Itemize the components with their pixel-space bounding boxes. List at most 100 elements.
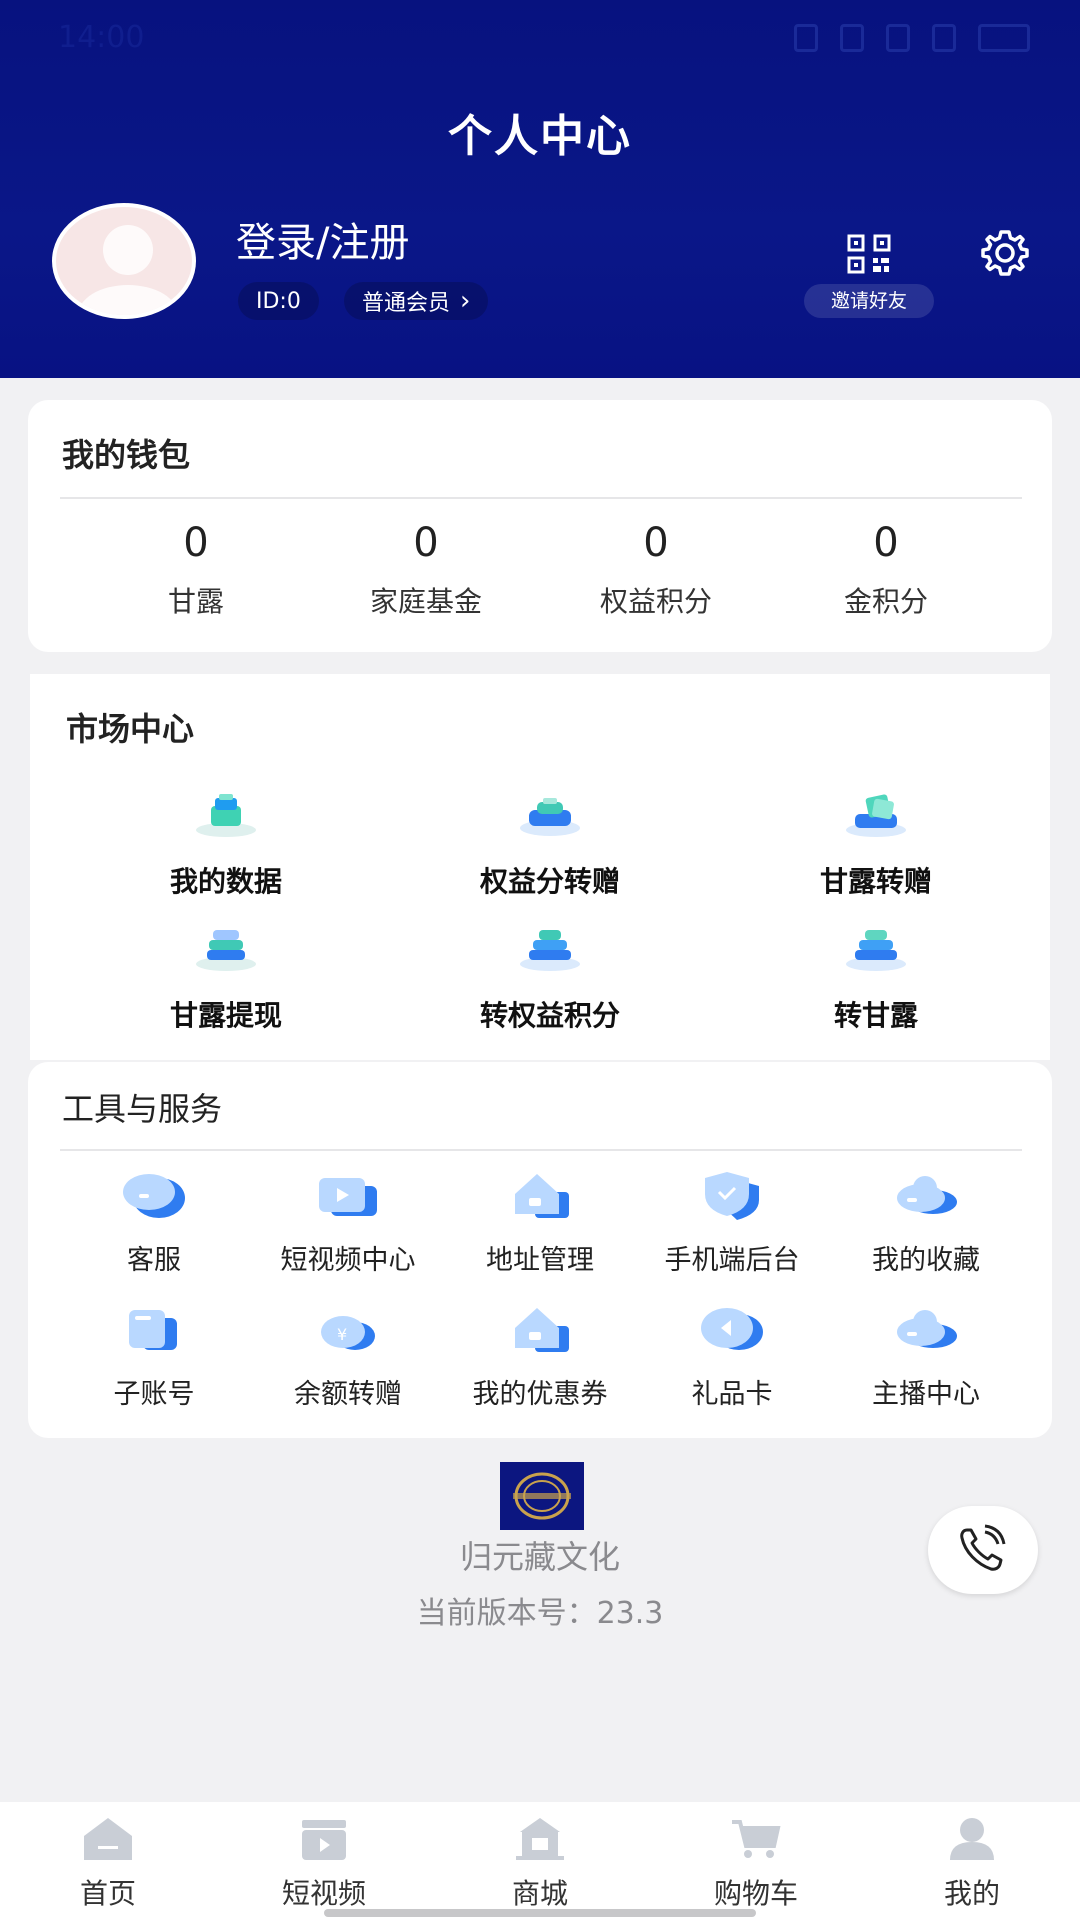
wallet-item-ganlu[interactable]: 0 甘露 [81,520,311,620]
withdraw-stack-icon [196,930,256,971]
market-item-equity-transfer[interactable]: 权益分转赠 [450,792,650,900]
tool-item-my-coupons[interactable]: 我的优惠券 [450,1304,630,1411]
nav-label: 我的 [943,1877,1000,1910]
wallet-icon [129,1310,177,1350]
home-indicator [324,1909,756,1917]
status-bar: 14:00 [0,0,1080,78]
market-center-card: 市场中心 我的数据 权益分转赠 甘露转赠 甘露提现 转权益积分 转甘露 [30,674,1050,1060]
invite-friends-button[interactable]: 邀请好友 [804,234,934,318]
store-icon [516,1818,564,1860]
market-title: 市场中心 [66,710,195,748]
points-stack-icon [520,930,580,971]
user-id-text: ID:0 [256,288,301,314]
qr-code-icon [847,234,891,274]
tool-item-streamer-center[interactable]: 主播中心 [836,1304,1016,1411]
tools-divider [60,1149,1022,1151]
market-item-label: 转甘露 [833,999,918,1032]
status-time: 14:00 [58,20,145,55]
coupon-house-icon [515,1308,569,1352]
status-icons [794,24,1030,52]
tools-title: 工具与服务 [62,1090,223,1128]
tool-item-sub-account[interactable]: 子账号 [64,1304,244,1411]
nav-label: 商城 [511,1877,568,1910]
cloud-icon [897,1176,957,1214]
gift-card-icon [701,1308,763,1350]
nav-home[interactable]: 首页 [0,1802,216,1920]
market-item-ganlu-withdraw[interactable]: 甘露提现 [126,926,326,1034]
user-id-badge: ID:0 [238,282,319,320]
market-item-to-equity-points[interactable]: 转权益积分 [450,926,650,1034]
avatar[interactable] [52,203,196,319]
wallet-label: 甘露 [167,585,224,618]
member-level-badge[interactable]: 普通会员 › [344,282,489,320]
brand-name: 归元藏文化 [459,1538,620,1576]
wallet-item-family-fund[interactable]: 0 家庭基金 [311,520,541,620]
tool-item-label: 地址管理 [486,1245,594,1276]
wallet-title: 我的钱包 [62,436,191,474]
nav-short-video[interactable]: 短视频 [216,1802,432,1920]
wallet-card: 我的钱包 0 甘露 0 家庭基金 0 权益积分 0 金积分 [28,400,1052,652]
battery-icon [978,24,1030,52]
tool-item-address-management[interactable]: 地址管理 [450,1170,630,1277]
wallet-label: 权益积分 [599,585,712,618]
login-register-link[interactable]: 登录/注册 [236,210,409,268]
wallet-value: 0 [413,520,439,566]
network-speed-icon [840,24,864,52]
phone-icon [960,1524,1006,1571]
data-stack-icon [196,794,256,837]
money-bag-icon: ¥ [321,1316,375,1350]
avatar-body-shape [78,285,178,315]
wallet-item-equity-points[interactable]: 0 权益积分 [541,520,771,620]
phone-call-button[interactable] [928,1506,1038,1594]
market-item-my-data[interactable]: 我的数据 [126,792,326,900]
nav-cart[interactable]: 购物车 [648,1802,864,1920]
page-title: 个人中心 [448,111,632,162]
video-folder-icon [319,1178,377,1216]
tool-item-customer-service[interactable]: 客服 [64,1170,244,1277]
clapperboard-icon [302,1820,346,1860]
tool-item-mobile-admin[interactable]: 手机端后台 [642,1170,822,1277]
tool-item-label: 手机端后台 [664,1245,800,1276]
tool-item-label: 我的收藏 [872,1245,980,1276]
sim-icon [886,24,910,52]
profile-header: 14:00 个人中心 登录/注册 ID:0 普通会员 › 邀请好友 [0,0,1080,378]
nav-mine[interactable]: 我的 [864,1802,1080,1920]
wallet-value: 0 [183,520,209,566]
house-icon [515,1174,569,1218]
wallet-label: 金积分 [843,585,928,618]
shield-icon [705,1172,759,1220]
market-item-to-ganlu[interactable]: 转甘露 [776,926,976,1034]
vibrate-icon [794,24,818,52]
tool-item-label: 礼品卡 [691,1379,773,1410]
market-item-ganlu-transfer[interactable]: 甘露转赠 [776,792,976,900]
wallet-value: 0 [873,520,899,566]
tool-item-label: 我的优惠券 [472,1379,608,1410]
market-item-label: 权益分转赠 [479,865,620,898]
market-item-label: 转权益积分 [479,999,620,1032]
tool-item-label: 短视频中心 [280,1245,416,1276]
settings-gear-icon[interactable] [980,228,1030,278]
nav-label: 首页 [79,1877,136,1910]
bottom-navigation: 首页 短视频 商城 购物车 我的 [0,1802,1080,1920]
wallet-item-gold-points[interactable]: 0 金积分 [771,520,1001,620]
tool-item-label: 客服 [127,1245,181,1276]
transfer-stack-icon [520,798,580,836]
shopping-cart-icon [732,1820,781,1858]
cloud-icon [897,1310,957,1348]
invite-friends-label: 邀请好友 [804,284,934,318]
wallet-value: 0 [643,520,669,566]
money-stack-icon [846,794,906,837]
nav-mall[interactable]: 商城 [432,1802,648,1920]
wifi-icon [932,24,956,52]
nav-label: 购物车 [713,1877,798,1910]
svg-text:¥: ¥ [337,1325,347,1344]
chevron-right-icon: › [460,286,471,316]
tool-item-my-favorites[interactable]: 我的收藏 [836,1170,1016,1277]
tool-item-gift-card[interactable]: 礼品卡 [642,1304,822,1411]
user-icon [950,1818,994,1860]
member-level-text: 普通会员 [362,291,451,316]
version-text: 当前版本号：23.3 [416,1596,664,1631]
tool-item-short-video-center[interactable]: 短视频中心 [258,1170,438,1277]
tools-services-card: 工具与服务 客服 短视频中心 地址管理 手机端后台 我的收藏 子账号 ¥ 余额转… [28,1062,1052,1438]
tool-item-balance-transfer[interactable]: ¥ 余额转赠 [258,1304,438,1411]
